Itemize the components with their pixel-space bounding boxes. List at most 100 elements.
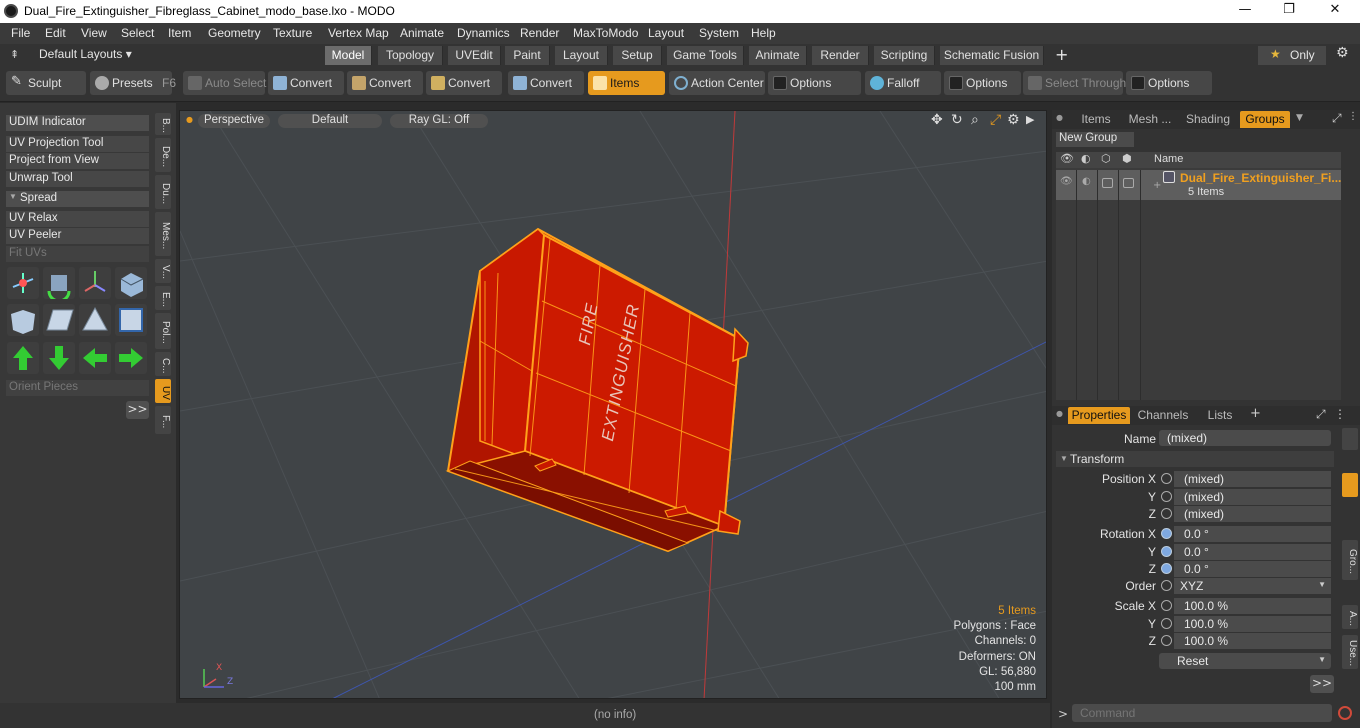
menu-item[interactable]: Item xyxy=(168,26,191,40)
menu-edit[interactable]: Edit xyxy=(45,26,66,40)
rotation-z-anim-toggle[interactable] xyxy=(1161,563,1172,574)
project-from-view-button[interactable]: Project from View xyxy=(6,153,149,169)
auto-select-button[interactable]: Auto Select xyxy=(183,71,266,95)
falloff-button[interactable]: Falloff xyxy=(865,71,941,95)
vtab-v[interactable]: V... xyxy=(155,259,171,283)
uv-relax-button[interactable]: UV Relax xyxy=(6,211,149,227)
visibility-eye-icon[interactable]: 👁 xyxy=(1060,152,1074,165)
scale-x-field[interactable]: 100.0 % xyxy=(1174,598,1331,614)
tab-shading[interactable]: Shading xyxy=(1180,111,1236,128)
menu-animate[interactable]: Animate xyxy=(400,26,444,40)
presets-button[interactable]: Presets F6 xyxy=(90,71,176,95)
tab-game-tools[interactable]: Game Tools xyxy=(667,46,744,65)
position-z-field[interactable]: (mixed) xyxy=(1174,506,1331,522)
menu-render[interactable]: Render xyxy=(520,26,559,40)
perspective-button[interactable]: Perspective xyxy=(198,114,270,128)
tab-properties[interactable]: Properties xyxy=(1068,407,1130,424)
rotation-y-anim-toggle[interactable] xyxy=(1161,546,1172,557)
add-tab-button[interactable]: + xyxy=(1250,406,1261,421)
order-dropdown[interactable]: XYZ ▼ xyxy=(1174,578,1331,594)
vtab-b[interactable]: B... xyxy=(155,113,171,135)
panel-menu-dot-icon[interactable]: ● xyxy=(1056,409,1063,418)
gear-icon[interactable]: ⚙ xyxy=(1336,45,1349,61)
vtab-du[interactable]: Du... xyxy=(155,175,171,209)
options-button-1[interactable]: Options xyxy=(768,71,861,95)
panel-menu-dot-icon[interactable]: ● xyxy=(1056,113,1063,122)
menu-system[interactable]: System xyxy=(699,26,739,40)
select-through-button[interactable]: Select Through xyxy=(1023,71,1126,95)
convert-button-4[interactable]: Convert xyxy=(508,71,584,95)
rotation-z-field[interactable]: 0.0 ° xyxy=(1174,561,1331,577)
tab-paint[interactable]: Paint xyxy=(505,46,550,65)
default-shading-button[interactable]: Default xyxy=(278,114,382,128)
menu-file[interactable]: File xyxy=(11,26,30,40)
reset-dropdown[interactable]: Reset ▼ xyxy=(1159,653,1331,669)
tab-items[interactable]: Items xyxy=(1072,111,1120,128)
minimize-button[interactable]: — xyxy=(1222,2,1268,20)
menu-geometry[interactable]: Geometry xyxy=(208,26,261,40)
tab-scripting[interactable]: Scripting xyxy=(874,46,935,65)
command-input[interactable] xyxy=(1072,704,1332,722)
rotation-x-anim-toggle[interactable] xyxy=(1161,528,1172,539)
row-render-icon[interactable]: ◐ xyxy=(1082,176,1091,187)
record-icon[interactable] xyxy=(1338,706,1352,720)
sculpt-button[interactable]: ✎ Sculpt xyxy=(6,71,86,95)
tab-animate[interactable]: Animate xyxy=(749,46,807,65)
tab-model[interactable]: Model xyxy=(325,46,372,65)
scale-x-anim-toggle[interactable] xyxy=(1161,600,1172,611)
tab-setup[interactable]: Setup xyxy=(613,46,662,65)
uv-move-icon[interactable] xyxy=(7,267,39,299)
side-tab-active[interactable] xyxy=(1342,473,1358,497)
uv-frame-icon[interactable] xyxy=(115,304,147,336)
menu-view[interactable]: View xyxy=(81,26,107,40)
options-button-3[interactable]: Options xyxy=(1126,71,1212,95)
options-button-2[interactable]: Options xyxy=(944,71,1021,95)
position-x-field[interactable]: (mixed) xyxy=(1174,471,1331,487)
udim-indicator-button[interactable]: UDIM Indicator xyxy=(6,115,149,131)
panel-options-icon[interactable]: ⋮ xyxy=(1334,407,1346,421)
vtab-mes[interactable]: Mes... xyxy=(155,212,171,256)
menu-texture[interactable]: Texture xyxy=(273,26,312,40)
arrow-right-icon[interactable] xyxy=(115,342,147,374)
panel-options-icon[interactable]: ⋮ xyxy=(1348,111,1358,122)
vtab-pol[interactable]: Pol... xyxy=(155,313,171,349)
uv-grid-icon[interactable] xyxy=(43,304,75,336)
tab-dropdown-icon[interactable]: ▼ xyxy=(1296,113,1303,123)
arrow-down-icon[interactable] xyxy=(43,342,75,374)
position-y-field[interactable]: (mixed) xyxy=(1174,489,1331,505)
viewport-gear-icon[interactable]: ⚙ xyxy=(1007,112,1020,128)
render-icon[interactable]: ◐ xyxy=(1081,152,1091,165)
transform-section[interactable]: ▼ Transform xyxy=(1056,451,1334,467)
tab-groups[interactable]: Groups xyxy=(1240,111,1290,128)
rotation-y-field[interactable]: 0.0 ° xyxy=(1174,544,1331,560)
vtab-uv[interactable]: UV xyxy=(155,379,171,403)
zoom-icon[interactable]: ⌕ xyxy=(971,112,979,128)
scale-y-anim-toggle[interactable] xyxy=(1161,618,1172,629)
viewport-menu-dot-icon[interactable]: ● xyxy=(186,115,193,124)
rotation-x-field[interactable]: 0.0 ° xyxy=(1174,526,1331,542)
uv-rotate-icon[interactable] xyxy=(43,267,75,303)
viewport-more-icon[interactable]: ▶ xyxy=(1026,113,1034,126)
tab-uvedit[interactable]: UVEdit xyxy=(448,46,501,65)
tab-render[interactable]: Render xyxy=(812,46,869,65)
raygl-button[interactable]: Ray GL: Off xyxy=(390,114,488,128)
menu-help[interactable]: Help xyxy=(751,26,776,40)
items-mode-button[interactable]: Items xyxy=(588,71,665,95)
pan-icon[interactable]: ✥ xyxy=(931,112,943,128)
tab-topology[interactable]: Topology xyxy=(378,46,443,65)
unwrap-tool-button[interactable]: Unwrap Tool xyxy=(6,171,149,187)
convert-button-1[interactable]: Convert xyxy=(268,71,344,95)
scale-z-field[interactable]: 100.0 % xyxy=(1174,633,1331,649)
uv-peeler-button[interactable]: UV Peeler xyxy=(6,228,149,244)
vtab-c[interactable]: C... xyxy=(155,352,171,376)
orient-pieces-button[interactable]: Orient Pieces xyxy=(6,380,149,396)
arrow-left-icon[interactable] xyxy=(79,342,111,374)
uv-box-icon[interactable] xyxy=(115,267,147,299)
default-layouts-dropdown[interactable]: Default Layouts ▾ xyxy=(39,47,132,61)
vtab-de[interactable]: De... xyxy=(155,138,171,172)
side-tab-top[interactable] xyxy=(1342,428,1358,450)
tab-schematic-fusion[interactable]: Schematic Fusion xyxy=(940,46,1044,65)
new-group-button[interactable]: New Group xyxy=(1056,132,1134,147)
orbit-icon[interactable]: ↻ xyxy=(951,112,963,128)
expand-icon[interactable]: ⤢ xyxy=(1316,407,1326,422)
